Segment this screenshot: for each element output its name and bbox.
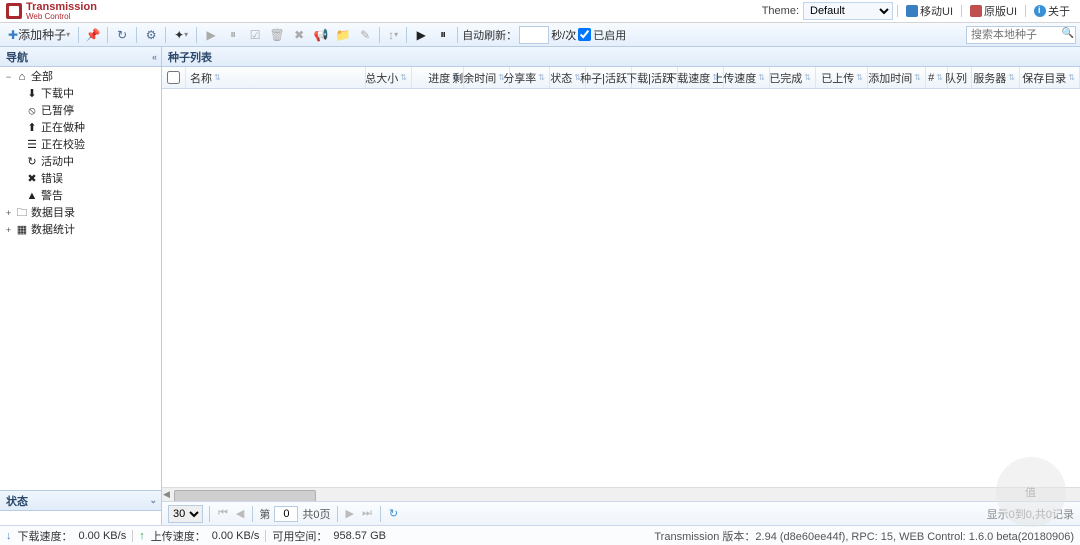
trash-icon[interactable]: 🗑 (267, 25, 287, 45)
watermark: 值 (996, 457, 1066, 527)
enabled-checkbox[interactable]: 已启用 (578, 27, 626, 43)
refresh-icon[interactable]: ↻ (112, 25, 132, 45)
column-header[interactable]: 种子|活跃 (586, 67, 632, 88)
start-all-icon[interactable]: ▶ (411, 25, 431, 45)
upload-icon: ↑ (139, 530, 145, 542)
pause-icon[interactable]: ⏸ (223, 25, 243, 45)
tree-item[interactable]: +🗀数据目录 (0, 205, 161, 222)
sidebar: 导航« −⌂全部⬇下载中⦸已暂停⬆正在做种☰正在校验↻活动中✖错误▲警告+🗀数据… (0, 47, 162, 525)
theme-select[interactable]: Default (803, 2, 893, 20)
tree-item[interactable]: ⬆正在做种 (0, 120, 161, 137)
magnet-icon[interactable]: 📌 (83, 25, 103, 45)
status-bar: ↓ 下载速度： 0.00 KB/s ↑ 上传速度： 0.00 KB/s 可用空间… (0, 525, 1080, 545)
search-input[interactable] (966, 26, 1076, 44)
select-all-checkbox[interactable] (162, 67, 186, 88)
original-ui-button[interactable]: 原版UI (966, 3, 1021, 19)
settings-icon[interactable]: ⚙ (141, 25, 161, 45)
pause-all-icon[interactable]: ⏸ (433, 25, 453, 45)
column-header[interactable]: 添加时间⇅ (868, 67, 926, 88)
column-header[interactable]: 已上传⇅ (816, 67, 868, 88)
theme-label: Theme: (762, 5, 799, 17)
mobile-icon (906, 5, 918, 17)
column-header[interactable]: 名称⇅ (186, 67, 366, 88)
add-torrent-button[interactable]: ✚ 添加种子 ▾ (4, 25, 74, 45)
column-header[interactable]: 队列 (948, 67, 972, 88)
tree-item[interactable]: ⦸已暂停 (0, 103, 161, 120)
free-space: 958.57 GB (333, 530, 386, 542)
refresh-interval-input[interactable] (519, 26, 549, 44)
torrent-list-header: 种子列表 (162, 47, 1080, 67)
first-page-icon[interactable]: ⏮ (216, 507, 230, 520)
rename-icon[interactable]: ✎ (355, 25, 375, 45)
tree-item[interactable]: ⬇下载中 (0, 86, 161, 103)
column-header[interactable]: 已完成⇅ (770, 67, 816, 88)
download-icon: ↓ (6, 530, 12, 542)
page-input[interactable] (274, 506, 298, 522)
expand-icon[interactable]: ⌄ (149, 495, 157, 506)
column-header[interactable]: 总大小⇅ (366, 67, 412, 88)
app-title: Transmission (26, 2, 97, 13)
verify-icon[interactable]: ☑ (245, 25, 265, 45)
start-icon[interactable]: ▶ (201, 25, 221, 45)
column-header[interactable]: 服务器⇅ (972, 67, 1020, 88)
move-icon[interactable]: 📁 (333, 25, 353, 45)
upload-speed: 0.00 KB/s (212, 530, 260, 542)
tree-item[interactable]: ▲警告 (0, 188, 161, 205)
tree-item[interactable]: ☰正在校验 (0, 137, 161, 154)
tree-item[interactable]: ✖错误 (0, 171, 161, 188)
queue-icon[interactable]: ↕▾ (384, 25, 402, 45)
column-header[interactable]: 保存目录⇅ (1020, 67, 1080, 88)
logo-icon (6, 3, 22, 19)
column-header[interactable]: 上传速度⇅ (724, 67, 770, 88)
version-info: Transmission 版本：2.94 (d8e60ee44f), RPC: … (654, 528, 1074, 544)
app-header: Transmission Web Control Theme: Default … (0, 0, 1080, 23)
app-subtitle: Web Control (26, 13, 97, 21)
toolbar: ✚ 添加种子 ▾ 📌 ↻ ⚙ ✦▾ ▶ ⏸ ☑ 🗑 ✖ 📢 📁 ✎ ↕▾ ▶ ⏸… (0, 23, 1080, 47)
column-header[interactable]: 分享率⇅ (510, 67, 550, 88)
about-button[interactable]: 关于 (1030, 3, 1074, 19)
refresh-unit: 秒/次 (551, 27, 576, 43)
original-ui-icon (970, 5, 982, 17)
last-page-icon[interactable]: ⏭ (360, 507, 374, 520)
reannounce-icon[interactable]: 📢 (311, 25, 331, 45)
next-page-icon[interactable]: ▶ (344, 507, 356, 520)
grid-footer: 30 ⏮ ◀ 第 共0页 ▶ ⏭ ↻ 显示0到0,共0记录 (162, 501, 1080, 525)
grid-header-row: 名称⇅总大小⇅进度⇅剩余时间⇅分享率⇅状态⇅种子|活跃下载|活跃下载速度⇅上传速… (162, 67, 1080, 89)
download-speed: 0.00 KB/s (79, 530, 127, 542)
horizontal-scrollbar[interactable] (162, 487, 1080, 501)
delete-data-icon[interactable]: ✖ (289, 25, 309, 45)
auto-refresh-label: 自动刷新： (462, 27, 517, 43)
nav-tree: −⌂全部⬇下载中⦸已暂停⬆正在做种☰正在校验↻活动中✖错误▲警告+🗀数据目录+▦… (0, 67, 161, 490)
tree-item[interactable]: +▦数据统计 (0, 222, 161, 239)
status-panel-header[interactable]: 状态⌄ (0, 491, 161, 511)
mobile-ui-button[interactable]: 移动UI (902, 3, 957, 19)
page-size-select[interactable]: 30 (168, 505, 203, 523)
app-logo: Transmission Web Control (6, 2, 97, 21)
tree-item[interactable]: −⌂全部 (0, 69, 161, 86)
nav-panel-header: 导航« (0, 47, 161, 67)
tree-item[interactable]: ↻活动中 (0, 154, 161, 171)
info-icon (1034, 5, 1046, 17)
reload-icon[interactable]: ↻ (387, 507, 400, 520)
plugin-icon[interactable]: ✦▾ (170, 25, 192, 45)
grid-body (162, 89, 1080, 487)
collapse-icon[interactable]: « (152, 52, 157, 62)
prev-page-icon[interactable]: ◀ (234, 507, 246, 520)
